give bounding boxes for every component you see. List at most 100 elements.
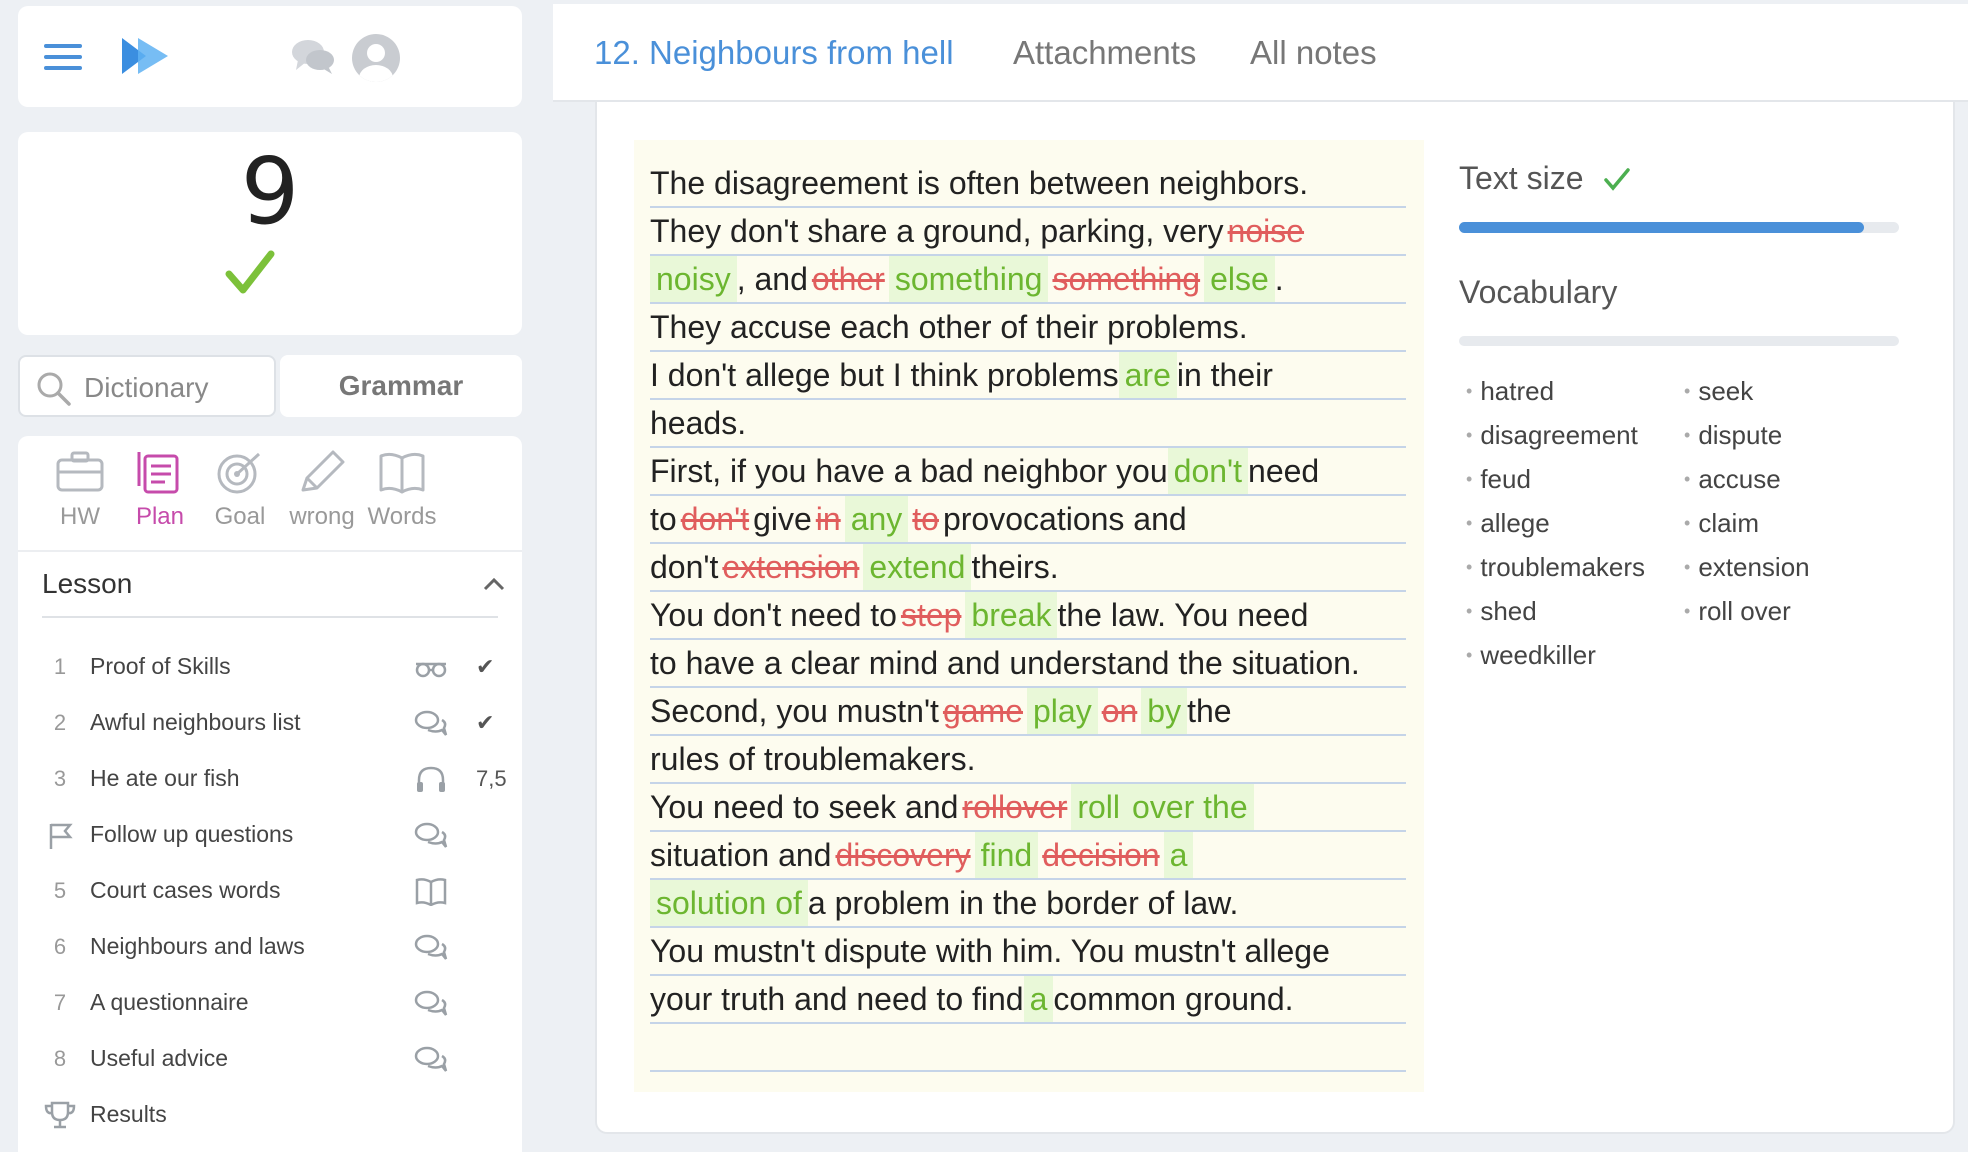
correction-deleted[interactable]: to	[908, 496, 943, 542]
text-line[interactable]: You need to seek and rollover roll over t…	[650, 784, 1406, 832]
text-line[interactable]: The disagreement is often between neighb…	[650, 160, 1406, 208]
menu-icon[interactable]	[44, 44, 82, 72]
text-line[interactable]: heads.	[650, 400, 1406, 448]
avatar[interactable]	[352, 34, 400, 82]
text-line[interactable]: rules of troublemakers.	[650, 736, 1406, 784]
vocabulary-word[interactable]: troublemakers	[1466, 552, 1645, 583]
text-line[interactable]: to don't give in any to provocations and	[650, 496, 1406, 544]
vocabulary-word[interactable]: shed	[1466, 596, 1536, 627]
correction-deleted[interactable]: don't	[677, 496, 753, 542]
correction-inserted[interactable]: over the	[1126, 784, 1254, 830]
correction-deleted[interactable]: discovery	[831, 832, 974, 878]
text-line[interactable]: noisy , and other something something else…	[650, 256, 1406, 304]
correction-inserted[interactable]: any	[844, 496, 909, 542]
correction-inserted[interactable]: else	[1204, 256, 1275, 302]
correction-inserted[interactable]: something	[888, 256, 1049, 302]
chat-icon	[414, 990, 448, 1016]
text-segment: the	[1187, 693, 1232, 729]
text-line[interactable]: First, if you have a bad neighbor you do…	[650, 448, 1406, 496]
correction-inserted[interactable]: find	[974, 832, 1039, 878]
correction-inserted[interactable]: break	[965, 592, 1058, 638]
chevron-up-icon[interactable]	[482, 576, 506, 592]
text-size-label: Text size	[1459, 160, 1584, 196]
vocabulary-word[interactable]: seek	[1684, 376, 1753, 407]
text-line[interactable]	[650, 1024, 1406, 1072]
correction-inserted[interactable]: noisy	[650, 256, 737, 302]
dictionary-search[interactable]: Dictionary	[18, 355, 276, 417]
lesson-item[interactable]: Follow up questions	[42, 810, 518, 860]
lesson-item[interactable]: 7 A questionnaire	[42, 978, 518, 1028]
correction-inserted[interactable]: a	[1023, 976, 1054, 1022]
tab-plan[interactable]: Plan	[118, 450, 202, 531]
chat-icon[interactable]	[290, 36, 336, 80]
correction-deleted[interactable]: something	[1048, 256, 1204, 302]
correction-deleted[interactable]: extension	[718, 544, 863, 590]
lesson-item[interactable]: 1 Proof of Skills ✔	[42, 642, 518, 692]
text-segment: I don't allege but I think problems	[650, 357, 1119, 393]
check-icon: ✔	[476, 654, 495, 679]
tab-wrong[interactable]: wrong	[280, 450, 364, 531]
lesson-header[interactable]: Lesson	[42, 568, 514, 610]
lesson-item[interactable]: 3 He ate our fish 7,5	[42, 754, 518, 804]
tab-lesson[interactable]: 12. Neighbours from hell	[594, 34, 954, 72]
correction-inserted[interactable]: extend	[863, 544, 972, 590]
text-segment: provocations and	[942, 501, 1187, 537]
lesson-item[interactable]: 6 Neighbours and laws	[42, 922, 518, 972]
vocabulary-word[interactable]: allege	[1466, 508, 1549, 539]
correction-deleted[interactable]: noise	[1224, 208, 1309, 254]
tab-hw-label: HW	[60, 503, 100, 530]
text-line[interactable]: You mustn't dispute with him. You mustn'…	[650, 928, 1406, 976]
vocabulary-word[interactable]: claim	[1684, 508, 1759, 539]
tab-all-notes[interactable]: All notes	[1250, 34, 1377, 72]
book-icon	[379, 452, 425, 494]
correction-deleted[interactable]: rollover	[958, 784, 1071, 830]
glasses-icon	[415, 662, 447, 678]
vocabulary-word[interactable]: feud	[1466, 464, 1531, 495]
correction-deleted[interactable]: on	[1098, 688, 1142, 734]
correction-deleted[interactable]: step	[897, 592, 965, 638]
vocabulary-word[interactable]: weedkiller	[1466, 640, 1596, 671]
text-line[interactable]: situation and discovery find decision a	[650, 832, 1406, 880]
tab-hw[interactable]: HW	[38, 450, 122, 531]
grammar-button[interactable]: Grammar	[280, 355, 522, 417]
lesson-item[interactable]: 8 Useful advice	[42, 1034, 518, 1084]
correction-inserted[interactable]: a	[1163, 832, 1194, 878]
correction-deleted[interactable]: decision	[1038, 832, 1163, 878]
correction-inserted[interactable]: are	[1118, 352, 1177, 398]
vocabulary-word[interactable]: extension	[1684, 552, 1809, 583]
correction-inserted[interactable]: don't	[1167, 448, 1249, 494]
logo-icon[interactable]	[122, 36, 174, 76]
correction-deleted[interactable]: other	[808, 256, 889, 302]
correction-inserted[interactable]: play	[1026, 688, 1098, 734]
tab-wrong-label: wrong	[289, 503, 355, 530]
correction-deleted[interactable]: in	[812, 496, 845, 542]
text-line[interactable]: Second, you mustn't game play on by the	[650, 688, 1406, 736]
lesson-item[interactable]: Results	[42, 1090, 518, 1140]
text-segment: Second, you mustn't	[650, 693, 939, 729]
tab-words[interactable]: Words	[360, 450, 444, 531]
lesson-item[interactable]: 5 Court cases words	[42, 866, 518, 916]
text-line[interactable]: You don't need to step break the law. You…	[650, 592, 1406, 640]
vocabulary-word[interactable]: accuse	[1684, 464, 1780, 495]
vocabulary-word[interactable]: disagreement	[1466, 420, 1638, 451]
vocabulary-word[interactable]: hatred	[1466, 376, 1554, 407]
divider	[42, 616, 498, 618]
correction-deleted[interactable]: game	[939, 688, 1027, 734]
correction-inserted[interactable]: by	[1141, 688, 1188, 734]
vocabulary-word[interactable]: roll over	[1684, 596, 1790, 627]
text-line[interactable]: don't extension extend theirs.	[650, 544, 1406, 592]
dictionary-placeholder: Dictionary	[84, 372, 209, 403]
text-line[interactable]: I don't allege but I think problems are …	[650, 352, 1406, 400]
text-line[interactable]: your truth and need to find a common gro…	[650, 976, 1406, 1024]
tab-goal[interactable]: Goal	[198, 450, 282, 531]
text-line[interactable]: They accuse each other of their problems…	[650, 304, 1406, 352]
vocabulary-word[interactable]: dispute	[1684, 420, 1782, 451]
text-line[interactable]: They don't share a ground, parking, very…	[650, 208, 1406, 256]
lesson-item[interactable]: 2 Awful neighbours list ✔	[42, 698, 518, 748]
text-line[interactable]: to have a clear mind and understand the …	[650, 640, 1406, 688]
tab-attachments[interactable]: Attachments	[1013, 34, 1196, 72]
text-size-slider[interactable]	[1459, 222, 1899, 233]
correction-inserted[interactable]: roll	[1071, 784, 1127, 830]
correction-inserted[interactable]: solution of	[650, 880, 808, 926]
text-line[interactable]: solution of a problem in the border of l…	[650, 880, 1406, 928]
